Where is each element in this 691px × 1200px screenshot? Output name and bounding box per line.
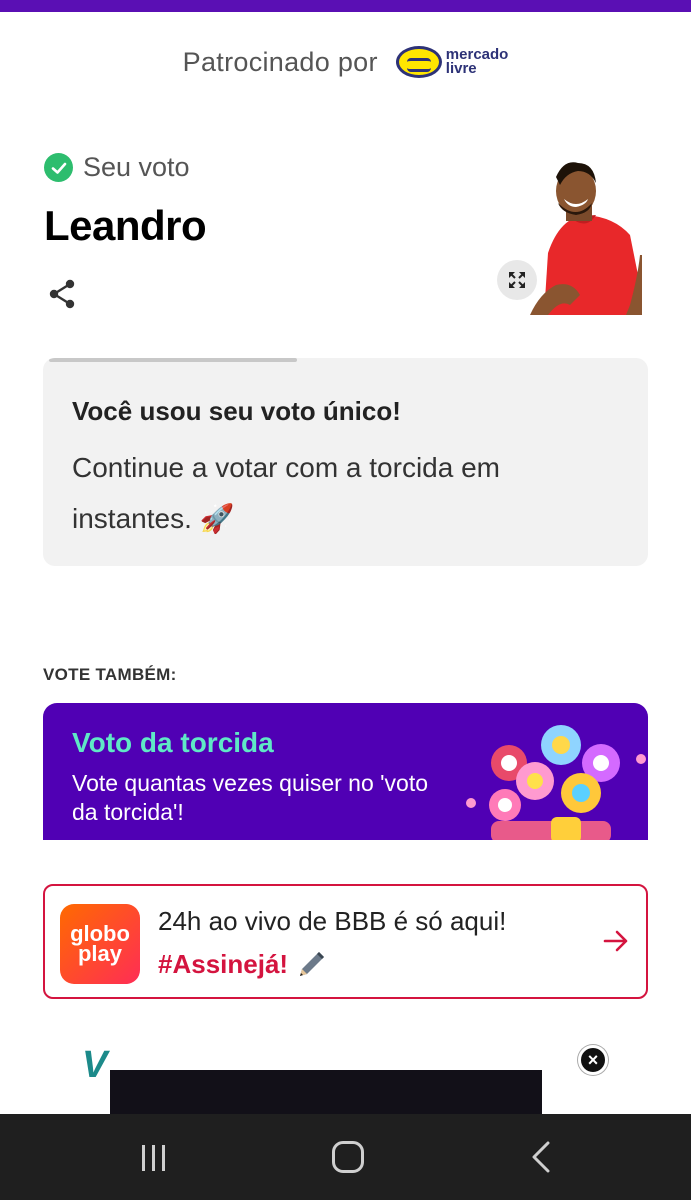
ad-logo: V [82, 1044, 108, 1086]
vote-status-label: Seu voto [83, 152, 190, 182]
ad-banner[interactable]: V × [0, 1040, 691, 1115]
sponsor-label: Patrocinado por [182, 46, 378, 77]
logo-line-2: livre [445, 60, 477, 77]
close-icon[interactable]: × [578, 1045, 608, 1075]
voto-da-torcida-card[interactable]: Voto da torcida Vote quantas vezes quise… [43, 703, 648, 840]
globoplay-logo: globo play [60, 904, 140, 984]
vote-also-heading: VOTE TAMBÉM: [43, 665, 177, 684]
bbb-characters-illustration [466, 725, 646, 840]
candidate-photo [530, 155, 642, 315]
android-navigation-bar [0, 1114, 691, 1200]
arrow-right-icon [603, 930, 628, 952]
unique-vote-body: Continue a votar com a torcida em instan… [72, 452, 500, 534]
globoplay-logo-line-2: play [77, 941, 123, 966]
check-icon [44, 153, 73, 182]
globoplay-tagline: 24h ao vivo de BBB é só aqui! [158, 906, 507, 936]
globoplay-cta-text: #Assinejá! [158, 948, 289, 979]
unique-vote-title: Você usou seu voto único! [72, 396, 401, 426]
progress-bar [49, 358, 298, 362]
candidate-name: Leandro [44, 202, 207, 249]
expand-icon [509, 272, 525, 288]
share-icon[interactable] [46, 278, 78, 310]
back-icon[interactable] [528, 1141, 556, 1173]
globoplay-cta: #Assinejá! [158, 948, 328, 980]
recent-apps-icon[interactable] [138, 1143, 170, 1173]
top-accent-bar [0, 0, 691, 12]
mercado-livre-logo[interactable]: mercado livre [395, 46, 508, 78]
pencil-icon [300, 952, 325, 976]
handshake-icon [395, 46, 442, 78]
torcida-description: Vote quantas vezes quiser no 'voto da to… [72, 770, 429, 825]
torcida-title: Voto da torcida [72, 727, 274, 758]
sponsor-banner: Patrocinado por mercado livre [0, 40, 691, 84]
expand-photo-button[interactable] [497, 260, 537, 300]
unique-vote-card: Você usou seu voto único! Continue a vot… [43, 358, 648, 566]
ad-content[interactable] [110, 1070, 542, 1115]
globoplay-banner[interactable]: globo play 24h ao vivo de BBB é só aqui!… [43, 884, 648, 999]
home-icon[interactable] [332, 1141, 364, 1173]
vote-status: Seu voto [44, 152, 190, 183]
